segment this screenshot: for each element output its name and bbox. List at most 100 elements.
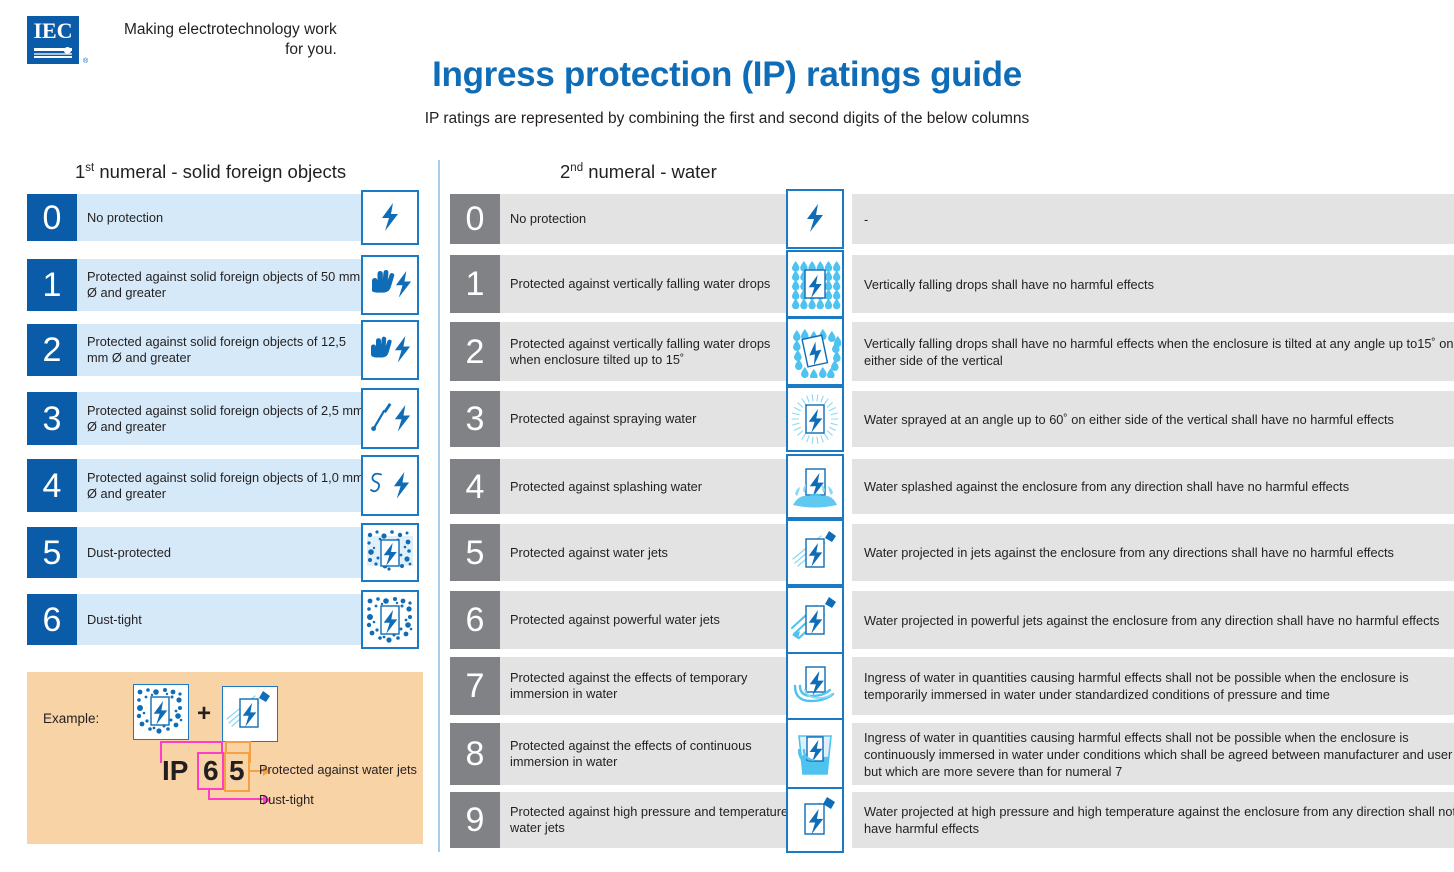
solid-description: Protected against solid foreign objects …	[77, 392, 375, 445]
heading-numeral: 2	[560, 161, 571, 182]
water-effect-text: Ingress of water in quantities causing h…	[852, 657, 1454, 715]
heading-rest: numeral - solid foreign objects	[94, 161, 347, 182]
tagline-line-1: Making electrotechnology work	[124, 21, 337, 38]
water-icon-box	[786, 519, 844, 586]
example-icon-first-digit	[133, 684, 189, 740]
spray-icon	[789, 393, 841, 445]
icon-svg	[792, 530, 836, 568]
icon-svg	[226, 691, 270, 728]
solid-description: Protected against solid foreign objects …	[77, 324, 375, 376]
logo-dot	[64, 47, 71, 54]
solid-row: 3 Protected against solid foreign objects…	[27, 392, 375, 445]
water-numeral-box: 5	[450, 524, 500, 581]
solid-row: 2 Protected against solid foreign objects…	[27, 324, 375, 376]
water-row: 7 Protected against the effects of tempor…	[450, 657, 802, 715]
water-description: Protected against the effects of continu…	[500, 723, 802, 785]
icon-svg	[366, 528, 414, 577]
solid-description: Dust-protected	[77, 527, 375, 578]
solid-icon-box	[361, 190, 419, 245]
infographic-page: IEC ® Making electrotechnology work for …	[0, 0, 1454, 872]
water-numeral-box: 6	[450, 591, 500, 649]
icon-svg	[790, 597, 836, 640]
example-note-first: Dust-tight	[259, 792, 314, 807]
immersion-cont-icon	[789, 728, 841, 780]
screwdriver-bolt-icon	[364, 393, 416, 445]
solid-description: Protected against solid foreign objects …	[77, 459, 375, 512]
water-effect-text: Water splashed against the enclosure fro…	[852, 459, 1454, 514]
water-description: Protected against the effects of tempora…	[500, 657, 802, 715]
water-description: Protected against powerful water jets	[500, 591, 802, 649]
water-row: 3 Protected against spraying water	[450, 391, 802, 447]
heading-ordinal: st	[85, 161, 95, 174]
drops-full-icon	[789, 258, 841, 310]
water-numeral-box: 8	[450, 723, 500, 785]
water-row: 8 Protected against the effects of contin…	[450, 723, 802, 785]
example-note-second: Protected against water jets	[259, 762, 417, 777]
water-numeral-box: 7	[450, 657, 500, 715]
high-pressure-icon	[789, 794, 841, 846]
heading-ordinal: nd	[570, 161, 584, 174]
water-effect-text: Water projected in powerful jets against…	[852, 591, 1454, 649]
icon-svg	[372, 269, 412, 298]
dust-protected-icon	[364, 527, 416, 579]
water-numeral-box: 2	[450, 322, 500, 381]
water-description: Protected against water jets	[500, 524, 802, 581]
solid-row: 5 Dust-protected	[27, 527, 375, 578]
dust-tight-icon	[134, 685, 188, 737]
wire-bolt-icon	[364, 460, 416, 512]
water-icon-box	[786, 386, 844, 452]
solid-description: No protection	[77, 194, 375, 241]
heading-numeral: 1	[75, 161, 86, 182]
water-icon-box	[786, 250, 844, 318]
solid-row: 1 Protected against solid foreign objects…	[27, 259, 375, 311]
brand-tagline: Making electrotechnology work for you.	[124, 20, 337, 60]
example-icon-second-digit	[222, 686, 278, 742]
jet-icon	[789, 527, 841, 579]
water-icon-box	[786, 652, 844, 720]
water-effect-text: Water projected at high pressure and hig…	[852, 792, 1454, 848]
water-numeral-box: 1	[450, 255, 500, 313]
icon-svg	[793, 666, 835, 703]
solid-numeral-box: 0	[27, 194, 77, 241]
example-box-first-digit	[197, 752, 224, 790]
water-description: No protection	[500, 194, 802, 244]
connector-magenta-h2	[208, 798, 263, 800]
bolt-icon	[364, 192, 416, 244]
solid-numeral-box: 3	[27, 392, 77, 445]
water-row: 5 Protected against water jets	[450, 524, 802, 581]
solid-description: Protected against solid foreign objects …	[77, 259, 375, 311]
solid-numeral-box: 2	[27, 324, 77, 376]
water-description: Protected against vertically falling wat…	[500, 255, 802, 313]
water-row: 4 Protected against splashing water	[450, 459, 802, 514]
solid-icon-box	[361, 590, 419, 649]
drops-tilt-icon	[789, 326, 841, 378]
solid-description: Dust-tight	[77, 594, 375, 645]
icon-svg	[371, 336, 411, 363]
dust-tight-icon	[364, 594, 416, 646]
powerful-jet-icon	[789, 594, 841, 646]
icon-svg	[370, 471, 410, 499]
water-icon-box	[786, 189, 844, 249]
icon-svg	[382, 202, 398, 231]
icon-svg	[793, 467, 837, 507]
water-row: 2 Protected against vertically falling wa…	[450, 322, 802, 381]
connector-orange-h1	[225, 741, 251, 743]
solid-numeral-box: 5	[27, 527, 77, 578]
water-icon-box	[786, 454, 844, 519]
solid-numeral-box: 6	[27, 594, 77, 645]
water-effect-text: Vertically falling drops shall have no h…	[852, 255, 1454, 313]
water-numeral-box: 9	[450, 792, 500, 848]
solid-numeral-box: 1	[27, 259, 77, 311]
icon-svg	[797, 735, 832, 775]
solid-icon-box	[361, 255, 419, 315]
icon-svg	[371, 402, 411, 432]
solid-numeral-box: 4	[27, 459, 77, 512]
water-effect-text: -	[852, 194, 1454, 244]
water-description: Protected against high pressure and temp…	[500, 792, 802, 848]
solid-icon-box	[361, 523, 419, 582]
solid-row: 0 No protection	[27, 194, 375, 241]
icon-svg	[807, 204, 823, 232]
water-numeral-box: 4	[450, 459, 500, 514]
water-effect-text: Ingress of water in quantities causing h…	[852, 723, 1454, 785]
heading-rest: numeral - water	[583, 161, 717, 182]
